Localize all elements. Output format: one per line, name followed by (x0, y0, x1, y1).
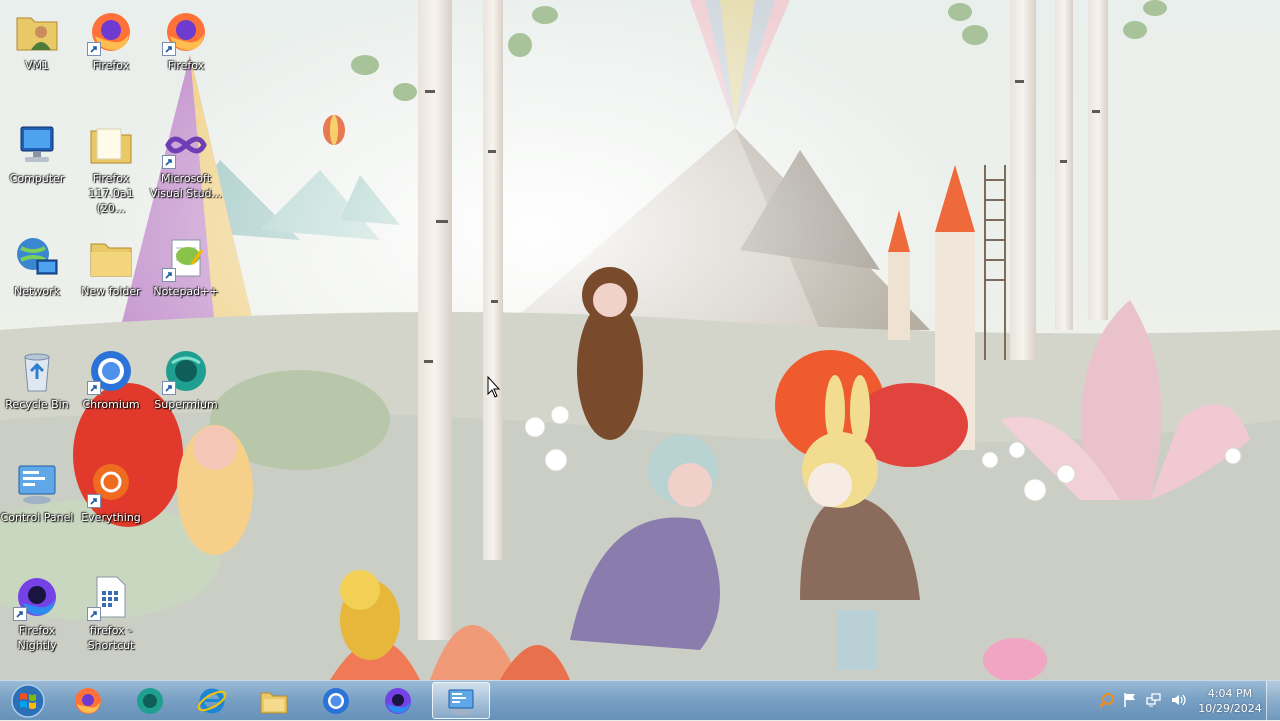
tray-network-button[interactable] (1145, 691, 1163, 709)
desktop-icon-vm1[interactable]: VM1 (0, 2, 74, 108)
tray-volume-button[interactable] (1169, 691, 1187, 709)
mouse-pointer-icon (487, 376, 501, 398)
taskbar-firefox-nightly-button[interactable] (369, 682, 427, 719)
volume-icon (1172, 694, 1186, 706)
desktop-icon-firefox-nightly[interactable]: Firefox Nightly (0, 567, 74, 673)
clock-date: 10/29/2024 (1198, 702, 1262, 715)
everything-search-icon (87, 460, 135, 508)
desktop-icon-label: Network (14, 285, 60, 298)
desktop-icon-label: Everything (81, 511, 141, 524)
shortcut-arrow-icon (87, 494, 101, 508)
desktop-icon-firefox-1[interactable]: Firefox (74, 2, 148, 108)
computer-icon (13, 121, 61, 169)
taskbar-control-panel-button[interactable] (432, 682, 490, 719)
taskbar-firefox-button[interactable] (59, 682, 117, 719)
supermium-icon (137, 687, 163, 714)
desktop-icon-firefox-117-folder[interactable]: Firefox 117.0a1 (20... (74, 115, 148, 221)
firefox-nightly-icon (13, 573, 61, 621)
taskbar-chromium-button[interactable] (307, 682, 365, 719)
desktop-icon-label: Microsoft Visual Stud... (149, 172, 223, 200)
tray-search-button[interactable] (1098, 691, 1116, 709)
desktop-icon-firefox-shortcut[interactable]: firefox - Shortcut (74, 567, 148, 673)
desktop-icon-label: Control Panel (0, 511, 74, 524)
file-explorer-icon (260, 692, 288, 713)
desktop-icon-label: Firefox 117.0a1 (20... (88, 172, 134, 215)
desktop-icon-label: Firefox (92, 59, 130, 72)
chromium-icon (323, 687, 349, 714)
desktop-icon-notepad-plus-plus[interactable]: Notepad++ (149, 228, 223, 334)
desktop-icon-label: firefox - Shortcut (87, 624, 135, 652)
desktop-icon-network[interactable]: Network (0, 228, 74, 334)
shortcut-arrow-icon (162, 381, 176, 395)
desktop-icon-label: VM1 (24, 59, 49, 72)
network-tray-icon (1146, 693, 1161, 707)
control-panel-icon (448, 689, 474, 715)
desktop-icon-everything[interactable]: Everything (74, 454, 148, 560)
recycle-bin-icon (13, 347, 61, 395)
shortcut-arrow-icon (162, 155, 176, 169)
windows-start-orb-icon (11, 684, 45, 718)
firefox-icon (162, 8, 210, 56)
shortcut-arrow-icon (87, 607, 101, 621)
desktop-icon-label: Supermium (154, 398, 218, 411)
notepad-plus-plus-icon (162, 234, 210, 282)
desktop-icon-new-folder[interactable]: New folder (74, 228, 148, 334)
shortcut-arrow-icon (162, 42, 176, 56)
shortcut-arrow-icon (87, 381, 101, 395)
user-folder-icon (13, 8, 61, 56)
taskbar-file-explorer-button[interactable] (245, 682, 303, 719)
desktop-icon-visual-studio[interactable]: Microsoft Visual Stud... (149, 115, 223, 221)
search-icon (1099, 693, 1114, 708)
shortcut-arrow-icon (13, 607, 27, 621)
desktop-icon-control-panel[interactable]: Control Panel (0, 454, 74, 560)
desktop-icon-firefox-2[interactable]: Firefox (149, 2, 223, 108)
internet-explorer-icon (197, 688, 227, 713)
supermium-icon (162, 347, 210, 395)
visual-studio-icon (162, 121, 210, 169)
taskbar: 4:04 PM 10/29/2024 (0, 680, 1280, 721)
taskbar-clock[interactable]: 4:04 PM 10/29/2024 (1186, 685, 1274, 717)
show-desktop-button[interactable] (1266, 681, 1280, 721)
control-panel-icon (13, 460, 61, 508)
desktop-icon-chromium[interactable]: Chromium (74, 341, 148, 447)
firefox-icon (75, 687, 101, 714)
desktop-icon-recycle-bin[interactable]: Recycle Bin (0, 341, 74, 447)
desktop-icon-label: Recycle Bin (5, 398, 69, 411)
shortcut-arrow-icon (87, 42, 101, 56)
shortcut-arrow-icon (162, 268, 176, 282)
shortcut-file-icon (87, 573, 135, 621)
desktop-icon-label: Firefox (167, 59, 205, 72)
network-icon (13, 234, 61, 282)
taskbar-supermium-button[interactable] (121, 682, 179, 719)
folder-icon (87, 121, 135, 169)
folder-icon (87, 234, 135, 282)
chromium-icon (87, 347, 135, 395)
start-button[interactable] (6, 683, 50, 719)
tray-action-center-button[interactable] (1121, 691, 1139, 709)
desktop-icon-computer[interactable]: Computer (0, 115, 74, 221)
firefox-icon (87, 8, 135, 56)
taskbar-internet-explorer-button[interactable] (183, 682, 241, 719)
desktop-icon-label: Chromium (82, 398, 140, 411)
desktop-icon-supermium[interactable]: Supermium (149, 341, 223, 447)
desktop-icon-label: Firefox Nightly (17, 624, 57, 652)
action-center-flag-icon (1124, 693, 1135, 707)
desktop-icon-label: New folder (81, 285, 141, 298)
firefox-nightly-icon (385, 687, 411, 714)
clock-time: 4:04 PM (1207, 687, 1253, 700)
desktop-icon-label: Notepad++ (153, 285, 219, 298)
desktop-icon-label: Computer (9, 172, 65, 185)
